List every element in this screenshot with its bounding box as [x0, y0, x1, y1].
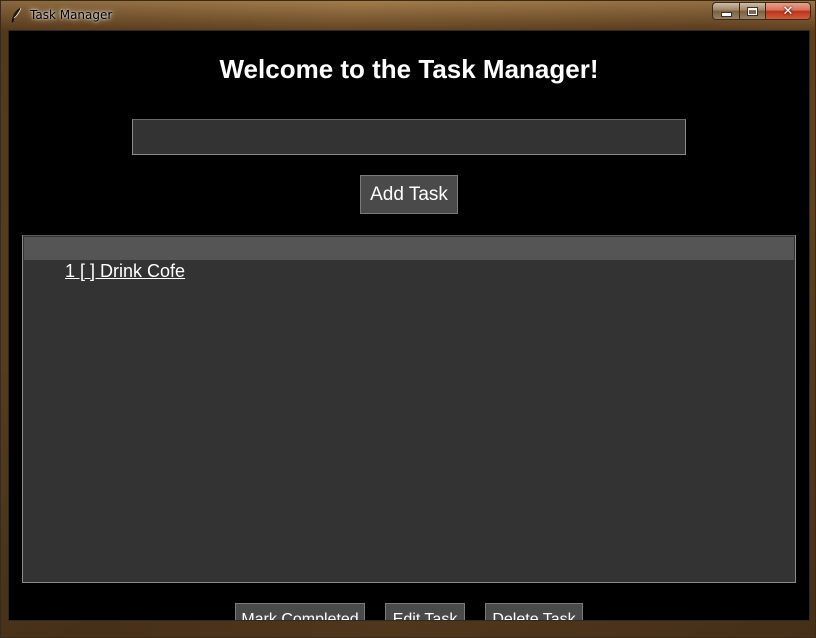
list-item[interactable]: 1 [ ] Drink Cofe: [24, 237, 794, 281]
delete-task-button[interactable]: Delete Task: [485, 603, 583, 620]
task-input[interactable]: [132, 119, 686, 155]
edit-task-button[interactable]: Edit Task: [385, 603, 465, 620]
feather-icon: [10, 7, 24, 23]
maximize-button[interactable]: [739, 2, 765, 20]
minimize-button[interactable]: [712, 2, 739, 20]
title-bar[interactable]: Task Manager ✕: [1, 1, 816, 29]
minimize-icon: [720, 11, 732, 17]
window-title: Task Manager: [30, 8, 113, 22]
mark-completed-button[interactable]: Mark Completed: [235, 603, 365, 620]
window-controls: ✕: [712, 2, 811, 21]
page-title: Welcome to the Task Manager!: [219, 54, 599, 84]
task-label: 1 [ ] Drink Cofe: [65, 261, 186, 281]
close-icon: ✕: [782, 3, 794, 19]
maximize-icon: [747, 6, 758, 16]
app-window: Task Manager ✕ Welcome to the Task Manag…: [0, 0, 816, 638]
task-list[interactable]: 1 [ ] Drink Cofe: [22, 235, 796, 583]
client-area: Welcome to the Task Manager! Add Task 1 …: [8, 30, 810, 621]
add-task-button[interactable]: Add Task: [360, 175, 458, 214]
close-button[interactable]: ✕: [765, 2, 811, 20]
